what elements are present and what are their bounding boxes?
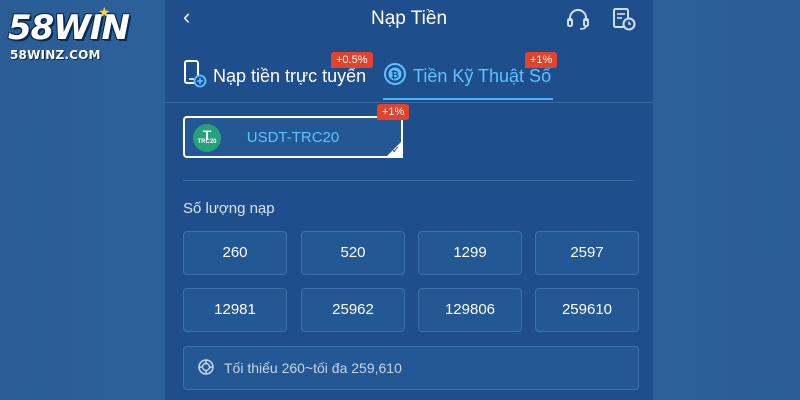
divider [183,180,635,181]
amount-limit-field[interactable]: Tối thiểu 260~tối đa 259,610 [183,346,639,390]
coin-option-usdt-trc20[interactable]: T TRC20 USDT-TRC20 ✓ [183,116,403,158]
amount-label: Số lượng nạp [183,200,275,217]
active-tab-indicator [383,98,553,100]
logo-text: 58WIN [8,8,130,48]
amount-limit-text: Tối thiểu 260~tối đa 259,610 [224,360,402,376]
amount-option[interactable]: 2597 [535,231,639,275]
headset-icon[interactable] [565,6,591,32]
header: ‹ Nạp Tiền [165,0,653,40]
chip-icon [198,359,214,375]
amount-option[interactable]: 25962 [301,288,405,332]
brand-logo: 58WIN ★ 58WINZ.COM [8,4,138,68]
phone-deposit-icon [184,60,207,88]
amount-option[interactable]: 129806 [418,288,522,332]
star-icon: ★ [98,4,111,20]
check-icon: ✓ [391,145,400,156]
bonus-badge: +1% [377,104,410,120]
logo-site: 58WINZ.COM [10,48,101,62]
deposit-panel: ‹ Nạp Tiền Nạp tiền trực tuyến ₿ Tiền Kỹ… [165,0,653,400]
amount-option[interactable]: 12981 [183,288,287,332]
history-icon[interactable] [611,6,637,32]
deposit-tabs: Nạp tiền trực tuyến ₿ Tiền Kỹ Thuật Số [165,48,653,103]
coin-label: USDT-TRC20 [246,129,340,146]
svg-text:₿: ₿ [391,69,399,81]
bonus-badge: +1% [525,52,558,68]
amount-option[interactable]: 1299 [418,231,522,275]
amount-option[interactable]: 259610 [535,288,639,332]
bonus-badge: +0.5% [331,52,373,68]
amount-option[interactable]: 520 [301,231,405,275]
bitcoin-icon: ₿ [384,63,406,85]
amount-option[interactable]: 260 [183,231,287,275]
